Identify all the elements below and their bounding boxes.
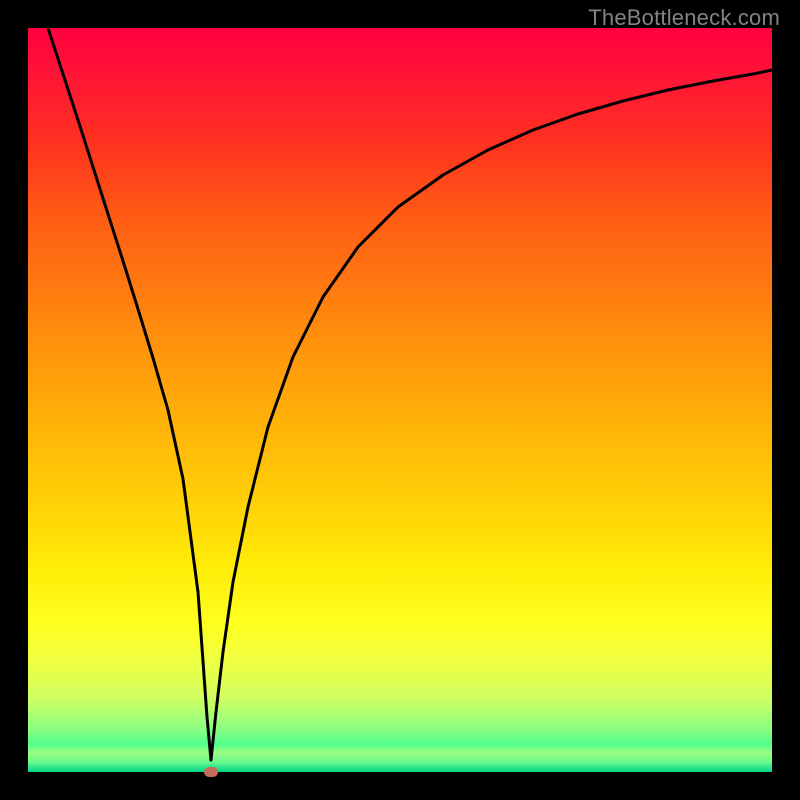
bottleneck-curve [48,28,772,760]
chart-plot-area [28,28,772,772]
minimum-marker [204,767,218,777]
chart-curve-svg [28,28,772,772]
